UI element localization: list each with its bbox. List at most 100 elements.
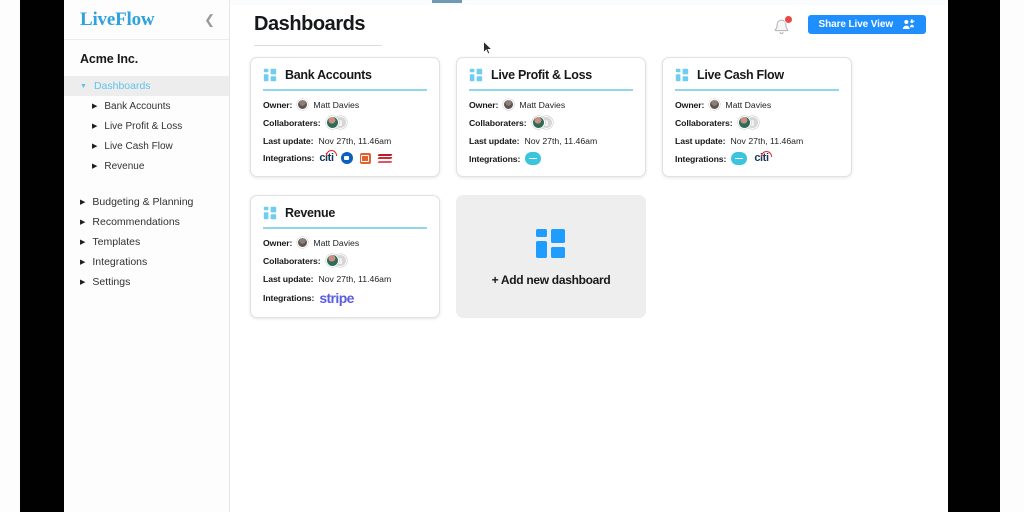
card-integrations-row: Integrations: citi (675, 150, 839, 165)
sidebar-item-settings[interactable]: ▶ Settings (64, 272, 229, 292)
last-update-label: Last update: (263, 135, 314, 146)
collaborator-avatars (531, 116, 553, 129)
triangle-right-icon: ▶ (80, 198, 86, 206)
sidebar-brand-row: LiveFlow ❮ (64, 0, 229, 40)
sidebar-item-live-cash-flow[interactable]: ▶ Live Cash Flow (64, 136, 229, 156)
integration-icons (525, 152, 542, 165)
dashboard-grid-icon (675, 68, 689, 82)
integration-icons: stripe (319, 290, 354, 306)
sidebar: LiveFlow ❮ Acme Inc. ▼ Dashboards ▶ Bank… (64, 0, 230, 512)
sidebar-item-label: Templates (92, 236, 141, 248)
page-header: Dashboards Share Live View (230, 5, 948, 55)
notifications-button[interactable] (772, 15, 793, 39)
dashboard-card-grid: Bank Accounts Owner: Matt Davies Collabo… (250, 57, 940, 318)
owner-name: Matt Davies (519, 99, 566, 110)
sidebar-item-bank-accounts[interactable]: ▶ Bank Accounts (64, 96, 229, 116)
page-title: Dashboards (254, 13, 366, 35)
chevron-left-icon[interactable]: ❮ (200, 11, 219, 28)
card-divider (469, 89, 633, 91)
tab-indicator (432, 0, 462, 3)
sidebar-item-revenue[interactable]: ▶ Revenue (64, 156, 229, 176)
collaborator-avatars (325, 116, 347, 129)
app-logo: LiveFlow (80, 8, 155, 30)
dashboard-grid-icon (263, 206, 277, 220)
collaborator-avatars (325, 254, 347, 267)
capital-one-icon (359, 152, 371, 164)
owner-label: Owner: (675, 99, 705, 110)
card-owner-row: Owner: Matt Davies (263, 99, 427, 111)
add-new-dashboard-button[interactable]: + Add new dashboard (456, 195, 646, 318)
card-integrations-row: Integrations: (469, 152, 633, 165)
mouse-pointer-icon (483, 41, 493, 55)
last-update-value: Nov 27th, 11.46am (524, 135, 598, 146)
citi-icon: citi (319, 150, 338, 164)
card-header: Revenue (263, 206, 427, 227)
sidebar-item-label: Live Cash Flow (104, 140, 173, 152)
people-add-icon (902, 19, 915, 29)
avatar (531, 116, 545, 129)
notification-badge (784, 15, 793, 24)
card-collaborators-row: Collaboraters: (263, 116, 427, 129)
last-update-value: Nov 27th, 11.46am (318, 273, 392, 284)
collaborators-label: Collaboraters: (469, 117, 527, 128)
letterbox-left (20, 0, 64, 512)
share-button-label: Share Live View (818, 19, 894, 30)
card-header: Live Profit & Loss (469, 68, 633, 89)
triangle-down-icon: ▼ (80, 82, 87, 90)
sidebar-item-label: Bank Accounts (104, 100, 171, 112)
avatar (503, 99, 515, 110)
right-edge (1000, 0, 1024, 512)
integration-icons: citi (319, 150, 393, 164)
quickbooks-icon (525, 152, 542, 165)
avatar (297, 237, 309, 248)
dashboard-card-bank-accounts[interactable]: Bank Accounts Owner: Matt Davies Collabo… (250, 57, 440, 177)
card-collaborators-row: Collaboraters: (263, 254, 427, 267)
card-last-update-row: Last update: Nov 27th, 11.46am (469, 135, 633, 147)
owner-name: Matt Davies (313, 237, 360, 248)
card-owner-row: Owner: Matt Davies (263, 237, 427, 249)
sidebar-item-budgeting-planning[interactable]: ▶ Budgeting & Planning (64, 192, 229, 212)
collaborators-label: Collaboraters: (263, 255, 321, 266)
dashboard-grid-icon (536, 228, 565, 258)
card-owner-row: Owner: Matt Davies (675, 99, 839, 111)
card-owner-row: Owner: Matt Davies (469, 99, 633, 111)
sidebar-item-dashboards[interactable]: ▼ Dashboards (64, 76, 229, 96)
dashboard-card-live-profit-loss[interactable]: Live Profit & Loss Owner: Matt Davies Co… (456, 57, 646, 177)
sidebar-item-label: Revenue (104, 160, 145, 172)
last-update-label: Last update: (675, 135, 726, 146)
avatar (325, 254, 339, 267)
avatar (709, 99, 721, 110)
avatar (737, 116, 751, 129)
triangle-right-icon: ▶ (80, 218, 86, 226)
app-window: LiveFlow ❮ Acme Inc. ▼ Dashboards ▶ Bank… (64, 0, 948, 512)
triangle-right-icon: ▶ (80, 238, 86, 246)
share-live-view-button[interactable]: Share Live View (807, 15, 926, 34)
card-last-update-row: Last update: Nov 27th, 11.46am (263, 273, 427, 285)
sidebar-item-label: Live Profit & Loss (104, 120, 183, 132)
dashboard-card-live-cash-flow[interactable]: Live Cash Flow Owner: Matt Davies Collab… (662, 57, 852, 177)
card-title: Bank Accounts (285, 68, 372, 82)
sidebar-item-templates[interactable]: ▶ Templates (64, 232, 229, 252)
dashboard-card-revenue[interactable]: Revenue Owner: Matt Davies Collaboraters… (250, 195, 440, 318)
card-last-update-row: Last update: Nov 27th, 11.46am (263, 135, 427, 147)
triangle-right-icon: ▶ (92, 122, 98, 130)
avatar (325, 116, 339, 129)
sidebar-item-label: Dashboards (93, 80, 151, 92)
integrations-label: Integrations: (263, 153, 315, 163)
card-collaborators-row: Collaboraters: (469, 116, 633, 129)
sidebar-item-label: Settings (92, 276, 131, 288)
last-update-value: Nov 27th, 11.46am (730, 135, 804, 146)
chase-icon (340, 152, 353, 164)
owner-label: Owner: (263, 237, 293, 248)
integration-icons: citi (731, 150, 773, 165)
triangle-right-icon: ▶ (80, 278, 86, 286)
dashboard-grid-icon (263, 68, 277, 82)
triangle-right-icon: ▶ (92, 162, 98, 170)
sidebar-item-recommendations[interactable]: ▶ Recommendations (64, 212, 229, 232)
sidebar-item-live-profit-loss[interactable]: ▶ Live Profit & Loss (64, 116, 229, 136)
triangle-right-icon: ▶ (92, 102, 98, 110)
stripe-icon: stripe (319, 290, 354, 306)
triangle-right-icon: ▶ (92, 142, 98, 150)
sidebar-item-integrations[interactable]: ▶ Integrations (64, 252, 229, 272)
letterbox-right (948, 0, 1000, 512)
